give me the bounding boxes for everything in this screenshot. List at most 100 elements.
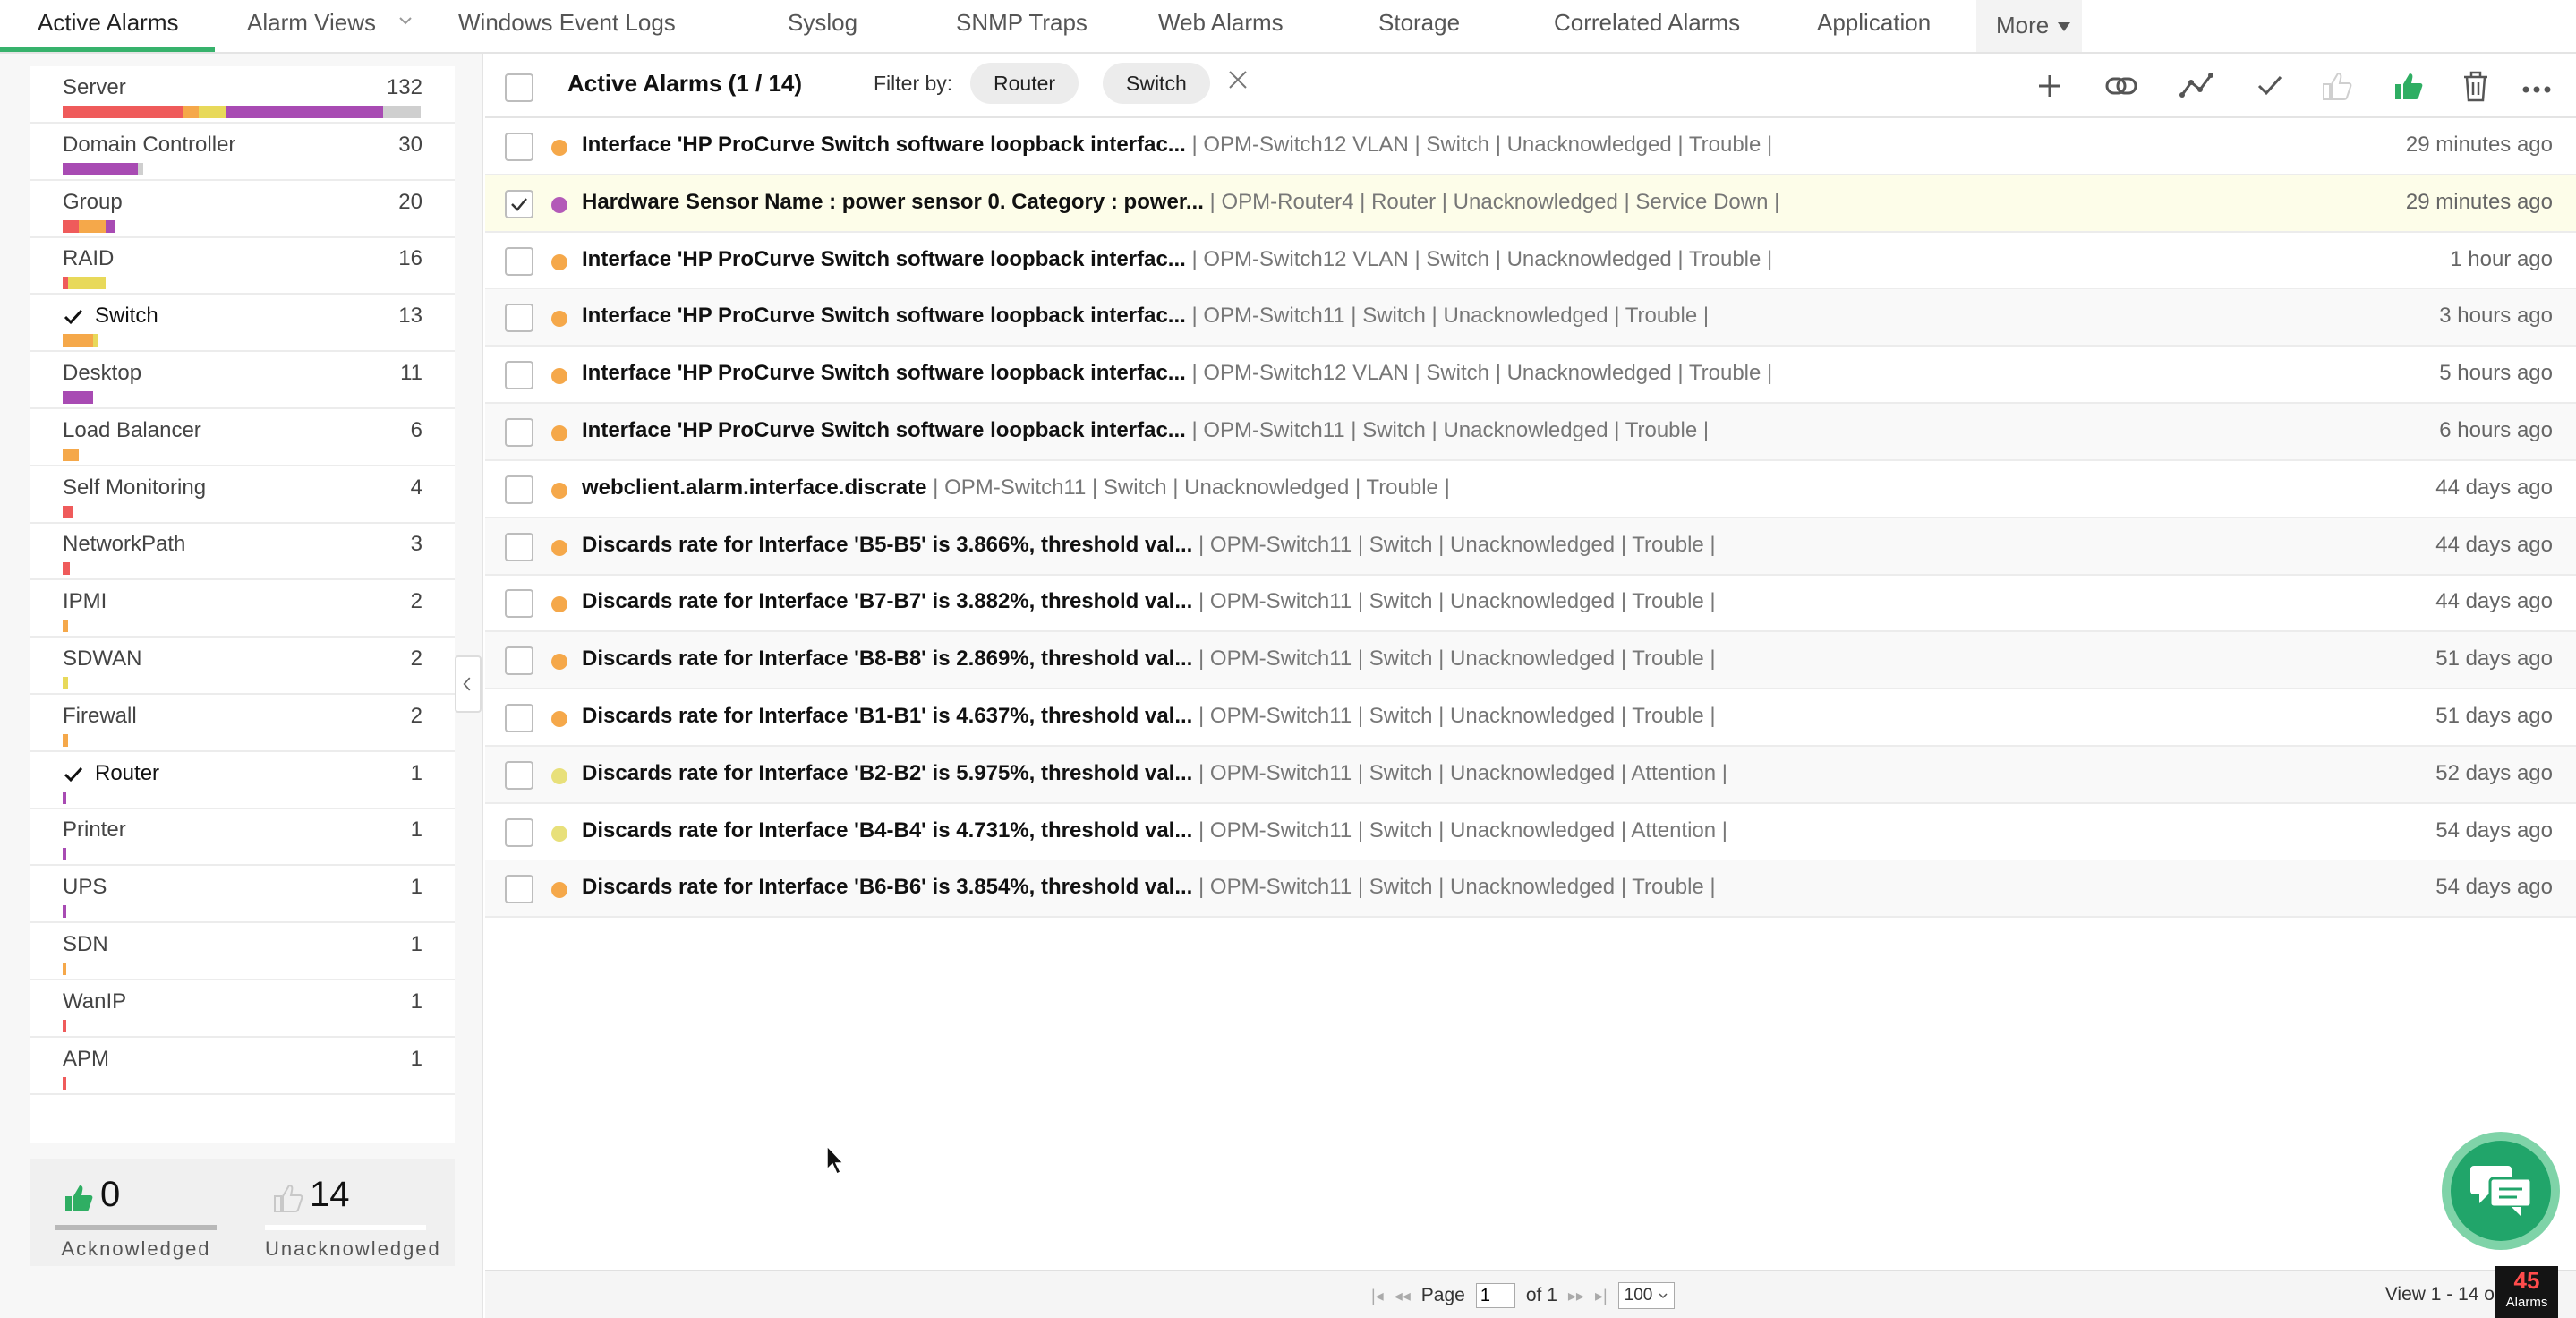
tab-snmp-traps[interactable]: SNMP Traps <box>956 0 1088 52</box>
category-row[interactable]: APM 1 <box>30 1038 455 1095</box>
alarm-message[interactable]: Discards rate for Interface 'B4-B4' is 4… <box>582 818 1192 843</box>
category-row[interactable]: Domain Controller 30 <box>30 124 455 181</box>
category-row[interactable]: Load Balancer 6 <box>30 409 455 466</box>
alarm-message[interactable]: Discards rate for Interface 'B5-B5' is 3… <box>582 533 1192 557</box>
next-page-icon[interactable]: ▸▸ <box>1568 1287 1584 1305</box>
alarm-row[interactable]: Interface 'HP ProCurve Switch software l… <box>485 289 2576 347</box>
link-icon[interactable] <box>2102 66 2141 106</box>
page-input[interactable] <box>1475 1283 1515 1308</box>
alarm-meta: | OPM-Switch11 | Switch | Unacknowledged… <box>1192 704 1716 728</box>
row-checkbox[interactable] <box>505 304 533 333</box>
category-row[interactable]: Switch 13 <box>30 295 455 353</box>
delete-icon[interactable] <box>2456 66 2495 106</box>
alarm-row[interactable]: Discards rate for Interface 'B8-B8' is 2… <box>485 632 2576 690</box>
row-checkbox[interactable] <box>505 475 533 504</box>
filter-chip-router[interactable]: Router <box>970 63 1079 104</box>
filter-chip-switch[interactable]: Switch <box>1103 63 1210 104</box>
alarm-text: Interface 'HP ProCurve Switch software l… <box>582 133 1772 158</box>
clear-filter-icon[interactable] <box>1224 66 1251 93</box>
category-row[interactable]: Desktop 11 <box>30 352 455 409</box>
alarm-message[interactable]: Interface 'HP ProCurve Switch software l… <box>582 361 1186 385</box>
alarm-message[interactable]: Discards rate for Interface 'B1-B1' is 4… <box>582 704 1192 728</box>
alarm-message[interactable]: webclient.alarm.interface.discrate <box>582 475 927 500</box>
row-checkbox[interactable] <box>505 246 533 276</box>
category-row[interactable]: Printer 1 <box>30 809 455 867</box>
unacknowledge-icon[interactable] <box>2318 66 2358 106</box>
tab-windows-event-logs[interactable]: Windows Event Logs <box>458 0 676 52</box>
chat-button[interactable] <box>2442 1132 2560 1250</box>
alarm-message[interactable]: Interface 'HP ProCurve Switch software l… <box>582 304 1186 328</box>
alarm-row[interactable]: Interface 'HP ProCurve Switch software l… <box>485 233 2576 290</box>
row-checkbox[interactable] <box>505 589 533 619</box>
category-row[interactable]: Server 132 <box>30 66 455 124</box>
clear-check-icon[interactable] <box>2250 66 2290 106</box>
alarm-row[interactable]: Discards rate for Interface 'B1-B1' is 4… <box>485 689 2576 747</box>
last-page-icon[interactable]: ▸| <box>1595 1287 1608 1305</box>
row-checkbox[interactable] <box>505 133 533 161</box>
alarm-count-badge[interactable]: 45 Alarms <box>2495 1266 2558 1318</box>
alarm-row[interactable]: Discards rate for Interface 'B6-B6' is 3… <box>485 860 2576 919</box>
category-name: Desktop <box>63 361 142 385</box>
add-icon[interactable] <box>2030 66 2069 106</box>
more-options-icon[interactable] <box>2517 66 2556 106</box>
prev-page-icon[interactable]: ◂◂ <box>1395 1287 1411 1305</box>
alarm-row[interactable]: Discards rate for Interface 'B5-B5' is 3… <box>485 518 2576 576</box>
alarm-row[interactable]: Interface 'HP ProCurve Switch software l… <box>485 404 2576 461</box>
first-page-icon[interactable]: |◂ <box>1371 1287 1384 1305</box>
category-row[interactable]: SDWAN 2 <box>30 638 455 695</box>
category-row[interactable]: Self Monitoring 4 <box>30 466 455 524</box>
category-row[interactable]: RAID 16 <box>30 237 455 295</box>
tab-application[interactable]: Application <box>1817 0 1931 52</box>
category-row[interactable]: IPMI 2 <box>30 580 455 638</box>
row-checkbox[interactable] <box>505 817 533 847</box>
acknowledge-icon[interactable] <box>2390 66 2429 106</box>
category-row[interactable]: SDN 1 <box>30 923 455 980</box>
alarm-row[interactable]: Discards rate for Interface 'B7-B7' is 3… <box>485 575 2576 633</box>
alarm-time: 44 days ago <box>2435 532 2553 557</box>
alarm-message[interactable]: Interface 'HP ProCurve Switch software l… <box>582 418 1186 442</box>
select-all-checkbox[interactable] <box>505 73 533 102</box>
alarm-row[interactable]: Discards rate for Interface 'B2-B2' is 5… <box>485 746 2576 804</box>
alarm-message[interactable]: Discards rate for Interface 'B7-B7' is 3… <box>582 589 1192 613</box>
unacknowledged-summary[interactable]: 14 Unacknowledged <box>265 1175 439 1260</box>
row-checkbox[interactable] <box>505 189 533 218</box>
alarm-row[interactable]: webclient.alarm.interface.discrate | OPM… <box>485 461 2576 518</box>
tab-active-alarms[interactable]: Active Alarms <box>38 0 179 52</box>
category-row[interactable]: Router 1 <box>30 752 455 809</box>
more-menu[interactable]: More <box>1976 0 2082 52</box>
alarm-message[interactable]: Discards rate for Interface 'B8-B8' is 2… <box>582 646 1192 671</box>
tab-storage[interactable]: Storage <box>1378 0 1460 52</box>
row-checkbox[interactable] <box>505 875 533 904</box>
category-row[interactable]: WanIP 1 <box>30 980 455 1038</box>
alarm-row[interactable]: Interface 'HP ProCurve Switch software l… <box>485 347 2576 405</box>
category-row[interactable]: NetworkPath 3 <box>30 523 455 581</box>
alarm-message[interactable]: Discards rate for Interface 'B6-B6' is 3… <box>582 875 1192 899</box>
collapse-panel-button[interactable] <box>455 655 482 713</box>
tab-web-alarms[interactable]: Web Alarms <box>1158 0 1284 52</box>
tab-syslog[interactable]: Syslog <box>788 0 857 52</box>
alarm-row[interactable]: Discards rate for Interface 'B4-B4' is 4… <box>485 804 2576 861</box>
alarm-message[interactable]: Hardware Sensor Name : power sensor 0. C… <box>582 190 1204 214</box>
row-checkbox[interactable] <box>505 532 533 561</box>
alarm-row[interactable]: Hardware Sensor Name : power sensor 0. C… <box>485 175 2576 233</box>
alarm-message[interactable]: Interface 'HP ProCurve Switch software l… <box>582 133 1186 157</box>
chevron-down-icon[interactable] <box>397 13 414 29</box>
category-row[interactable]: UPS 1 <box>30 866 455 924</box>
row-checkbox[interactable] <box>505 361 533 390</box>
category-row[interactable]: Group 20 <box>30 181 455 238</box>
alarm-row[interactable]: Interface 'HP ProCurve Switch software l… <box>485 118 2576 175</box>
category-row[interactable]: Firewall 2 <box>30 695 455 752</box>
alarm-message[interactable]: Interface 'HP ProCurve Switch software l… <box>582 247 1186 271</box>
severity-segment <box>106 219 115 233</box>
acknowledged-summary[interactable]: 0 Acknowledged <box>55 1175 217 1260</box>
row-checkbox[interactable] <box>505 760 533 790</box>
tab-alarm-views[interactable]: Alarm Views <box>247 0 376 52</box>
tab-correlated-alarms[interactable]: Correlated Alarms <box>1554 0 1740 52</box>
trend-graph-icon[interactable] <box>2177 66 2216 106</box>
alarm-message[interactable]: Discards rate for Interface 'B2-B2' is 5… <box>582 761 1192 785</box>
row-checkbox[interactable] <box>505 646 533 676</box>
row-checkbox[interactable] <box>505 704 533 732</box>
row-checkbox[interactable] <box>505 418 533 447</box>
alarm-time: 52 days ago <box>2435 760 2553 785</box>
per-page-select[interactable]: 100 <box>1617 1282 1675 1309</box>
